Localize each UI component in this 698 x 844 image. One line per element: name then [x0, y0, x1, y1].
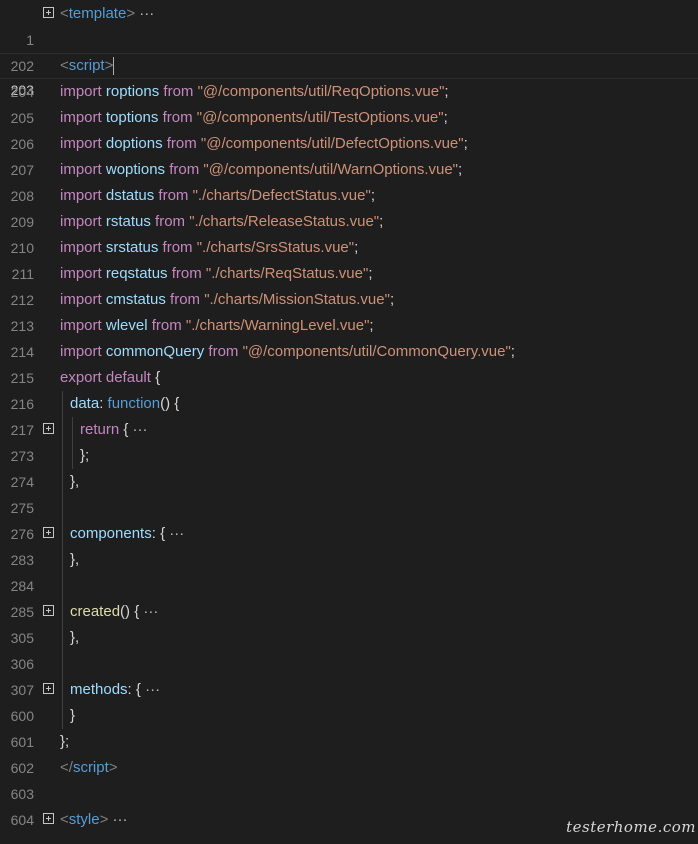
- code-line: 209 import rstatus from "./charts/Release…: [0, 209, 698, 235]
- code-line: 214 import commonQuery from "@/components…: [0, 339, 698, 365]
- code-line: 601};: [0, 729, 698, 755]
- line-number: 284: [10, 578, 34, 594]
- line-number: 276: [10, 526, 34, 542]
- fold-expand-icon[interactable]: [43, 605, 54, 616]
- code-line: 275: [0, 495, 698, 521]
- line-number: 217: [10, 422, 34, 438]
- line-number: 273: [10, 448, 34, 464]
- line-number: 283: [10, 552, 34, 568]
- line-number: 600: [10, 708, 34, 724]
- line-number: 604: [10, 812, 34, 828]
- code-line: 307 methods: { ···: [0, 677, 698, 703]
- code-line: 283},: [0, 547, 698, 573]
- code-line: 217 return { ···: [0, 417, 698, 443]
- line-number: 215: [10, 370, 34, 386]
- line-number: 211: [11, 266, 34, 282]
- code-line: 274},: [0, 469, 698, 495]
- line-number: 206: [10, 136, 34, 152]
- fold-expand-icon[interactable]: [43, 683, 54, 694]
- line-number: 285: [10, 604, 34, 620]
- code-line: 213 import wlevel from "./charts/WarningL…: [0, 313, 698, 339]
- line-number: 208: [10, 188, 34, 204]
- code-line: 212 import cmstatus from "./charts/Missio…: [0, 287, 698, 313]
- line-number: 209: [10, 214, 34, 230]
- code-line: 284: [0, 573, 698, 599]
- code-line: 202: [0, 27, 698, 74]
- code-line: 205 import toptions from "@/components/ut…: [0, 105, 698, 131]
- text-cursor: [113, 57, 115, 76]
- line-number: 210: [10, 240, 34, 256]
- line-number: 204: [10, 84, 34, 100]
- code-line: 211 import reqstatus from "./charts/ReqSt…: [0, 261, 698, 287]
- code-line: 216 data: function() {: [0, 391, 698, 417]
- fold-expand-icon[interactable]: [43, 813, 54, 824]
- fold-expand-icon[interactable]: [43, 527, 54, 538]
- fold-expand-icon[interactable]: [43, 423, 54, 434]
- fold-expand-icon[interactable]: [43, 7, 54, 18]
- code-line: 206 import doptions from "@/components/ut…: [0, 131, 698, 157]
- current-line: 203 <script>: [0, 53, 698, 98]
- code-line: 273};: [0, 443, 698, 469]
- line-number: 603: [10, 786, 34, 802]
- code-line: 1 <template> ···: [0, 1, 698, 48]
- code-line: 208 import dstatus from "./charts/DefectS…: [0, 183, 698, 209]
- code-line: 600}: [0, 703, 698, 729]
- code-editor[interactable]: 1 <template> ··· 202 203 <script> 204 imp…: [0, 1, 698, 833]
- line-number: 305: [10, 630, 34, 646]
- code-line: 204 import roptions from "@/components/ut…: [0, 79, 698, 105]
- line-number: 306: [10, 656, 34, 672]
- code-line: 306: [0, 651, 698, 677]
- code-line: 207 import woptions from "@/components/ut…: [0, 157, 698, 183]
- line-number: 307: [10, 682, 34, 698]
- line-number: 214: [10, 344, 34, 360]
- watermark: testerhome.com: [566, 818, 696, 836]
- code-line: 210 import srstatus from "./charts/SrsSta…: [0, 235, 698, 261]
- line-number: 205: [10, 110, 34, 126]
- line-number: 275: [10, 500, 34, 516]
- code-line: 603: [0, 781, 698, 807]
- code-line: 285 created() { ···: [0, 599, 698, 625]
- line-number: 216: [10, 396, 34, 412]
- code-line: 305},: [0, 625, 698, 651]
- line-number: 207: [10, 162, 34, 178]
- line-number: 602: [10, 760, 34, 776]
- line-number: 213: [10, 318, 34, 334]
- line-number: 274: [10, 474, 34, 490]
- code-line: 276 components: { ···: [0, 521, 698, 547]
- line-number: 212: [10, 292, 34, 308]
- line-number: 601: [10, 734, 34, 750]
- code-line: 602 </script>: [0, 755, 698, 781]
- code-line: 215 export default {: [0, 365, 698, 391]
